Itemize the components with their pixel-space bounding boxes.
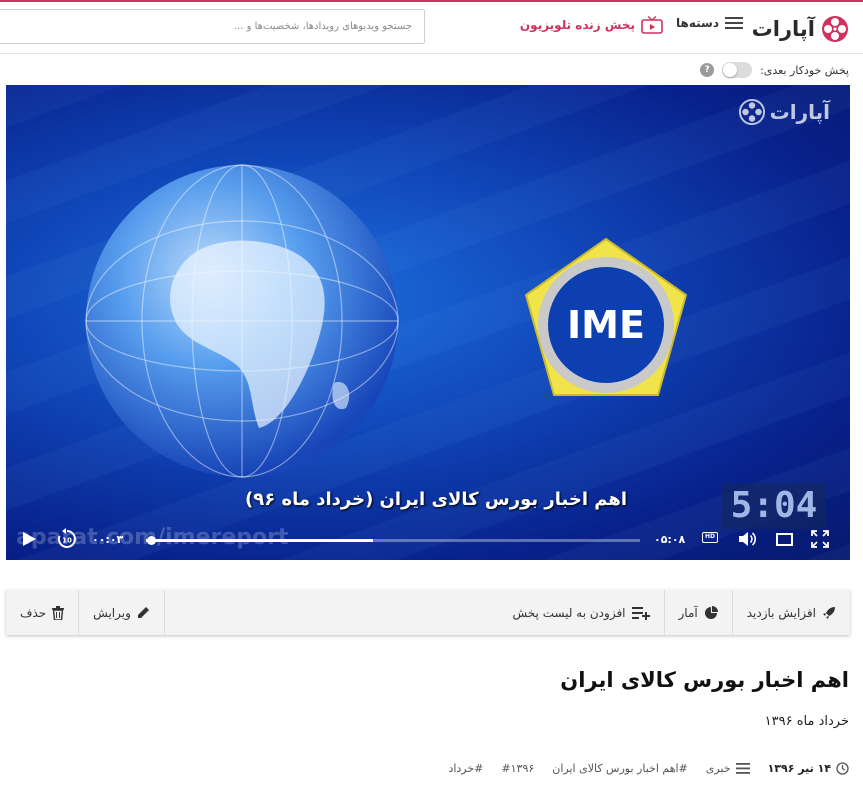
stats-button[interactable]: آمار xyxy=(663,590,732,635)
film-reel-icon xyxy=(738,99,765,125)
menu-icon xyxy=(735,763,750,774)
categories-button[interactable]: دسته‌ها xyxy=(676,16,743,30)
tag-link[interactable]: #خرداد xyxy=(448,762,483,775)
theater-icon xyxy=(775,532,793,546)
clock-icon xyxy=(836,762,849,775)
menu-icon xyxy=(725,17,743,29)
play-button[interactable] xyxy=(18,528,40,550)
live-tv-link[interactable]: پخش زنده تلویزیون xyxy=(520,16,663,34)
play-icon xyxy=(23,532,36,546)
playlist-add-icon xyxy=(631,606,650,620)
fullscreen-icon xyxy=(811,530,829,548)
edit-button[interactable]: ویرایش xyxy=(78,590,164,635)
aparat-logo[interactable]: آپارات xyxy=(752,14,849,44)
hd-badge[interactable]: HD xyxy=(702,532,718,543)
boost-views-button[interactable]: افزایش بازدید xyxy=(731,590,850,635)
pie-chart-icon xyxy=(704,605,718,619)
live-tv-label: پخش زنده تلویزیون xyxy=(519,18,635,32)
stats-label: آمار xyxy=(678,605,698,620)
video-meta: ۱۴ تیر ۱۳۹۶ خبری #اهم اخبار بورس کالای ا… xyxy=(448,762,849,775)
rewind-button[interactable]: 10 xyxy=(54,528,80,550)
brand-name: آپارات xyxy=(751,17,815,41)
rocket-icon xyxy=(823,606,835,619)
add-to-playlist-button[interactable]: افزودن به لیست پخش xyxy=(499,590,664,635)
publish-date-text: ۱۴ تیر ۱۳۹۶ xyxy=(767,762,831,775)
category-label: خبری xyxy=(705,762,731,775)
watermark-text: آپارات xyxy=(769,100,830,124)
autoplay-row: پخش خودکار بعدی: ? xyxy=(700,62,849,78)
fullscreen-button[interactable] xyxy=(809,528,831,550)
autoplay-toggle[interactable] xyxy=(722,62,753,78)
tv-icon xyxy=(641,16,663,34)
edit-label: ویرایش xyxy=(93,605,131,620)
volume-button[interactable] xyxy=(736,528,758,550)
delete-label: حذف xyxy=(20,605,47,620)
rewind-10-icon: 10 xyxy=(57,528,76,548)
boost-views-label: افزایش بازدید xyxy=(746,605,816,620)
video-description: خرداد ماه ۱۳۹۶ xyxy=(764,714,849,729)
action-bar-spacer xyxy=(163,590,499,635)
emblem-text: IME xyxy=(567,303,645,347)
buffered-fill xyxy=(146,539,374,542)
tag-link[interactable]: #۱۳۹۶ xyxy=(501,762,534,775)
globe-graphic xyxy=(85,164,399,478)
trash-icon xyxy=(52,605,65,620)
tag-link[interactable]: #اهم اخبار بورس کالای ایران xyxy=(552,762,688,775)
overlay-caption: اهم اخبار بورس کالای ایران (خرداد ماه ۹۶… xyxy=(244,489,628,510)
volume-icon xyxy=(739,532,756,546)
pencil-icon xyxy=(137,607,149,618)
video-player[interactable]: آپارات IME اهم اخبار بورس کالای ایران (خ… xyxy=(6,85,850,560)
publish-date: ۱۴ تیر ۱۳۹۶ xyxy=(768,762,849,775)
help-icon[interactable]: ? xyxy=(700,63,715,77)
player-controls: 10 ۰۰:۰۳ ۰۵:۰۸ HD xyxy=(6,516,850,560)
search-placeholder: جستجو ویدیوهای رویدادها، شخصیت‌ها و ... xyxy=(233,21,412,32)
search-input[interactable]: جستجو ویدیوهای رویدادها، شخصیت‌ها و ... xyxy=(0,9,425,44)
site-header: آپارات دسته‌ها پخش زنده تلویزیون جستجو و… xyxy=(0,2,863,54)
delete-button[interactable]: حذف xyxy=(6,590,78,635)
autoplay-label: پخش خودکار بعدی: xyxy=(760,63,849,77)
category-link[interactable]: خبری xyxy=(706,762,750,775)
progress-handle[interactable] xyxy=(146,536,156,545)
add-to-playlist-label: افزودن به لیست پخش xyxy=(512,605,626,620)
current-time: ۰۰:۰۳ xyxy=(92,533,124,546)
video-action-bar: افزایش بازدید آمار افزودن به لیست پخش وی… xyxy=(6,590,850,635)
progress-track[interactable] xyxy=(146,536,640,545)
video-title: اهم اخبار بورس کالای ایران xyxy=(560,668,849,692)
rewind-label: 10 xyxy=(62,537,72,545)
player-watermark: آپارات xyxy=(738,99,830,125)
ime-emblem: IME xyxy=(524,237,688,396)
theater-mode-button[interactable] xyxy=(773,528,795,550)
categories-label: دسته‌ها xyxy=(676,16,719,30)
duration: ۰۵:۰۸ xyxy=(654,533,686,546)
film-reel-icon xyxy=(822,16,848,42)
